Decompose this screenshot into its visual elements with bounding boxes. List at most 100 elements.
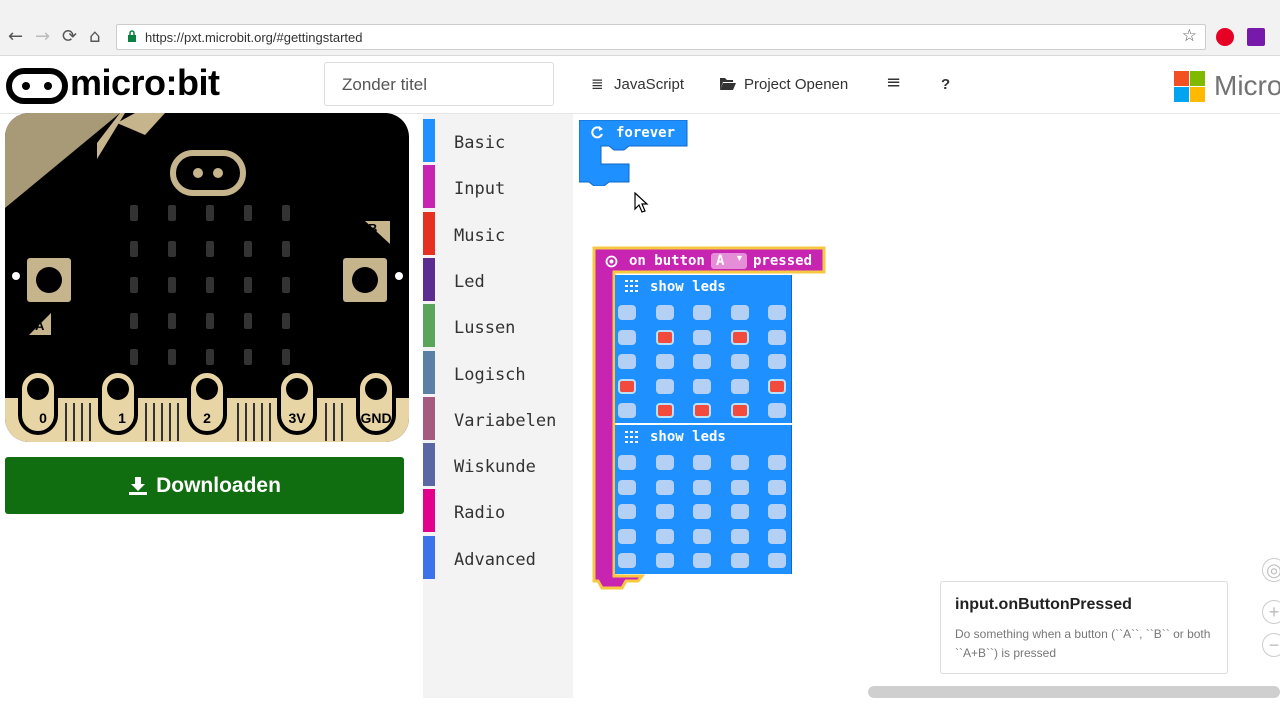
microbit-simulator[interactable]: 0 1 2 3V GND A B xyxy=(5,113,409,442)
led-toggle[interactable] xyxy=(655,455,674,470)
led-toggle[interactable] xyxy=(618,354,636,369)
show-leds-block[interactable] xyxy=(615,275,792,423)
led-toggle[interactable] xyxy=(768,528,786,544)
open-project-button[interactable]: Project Openen xyxy=(744,76,848,93)
category-color-bar xyxy=(423,350,435,394)
led-toggle[interactable] xyxy=(655,378,674,394)
toolbox-category-variabelen[interactable]: Variabelen xyxy=(423,395,573,441)
led-toggle[interactable] xyxy=(618,403,636,418)
simulator-led xyxy=(206,205,214,221)
led-toggle[interactable] xyxy=(618,528,636,544)
led-toggle[interactable] xyxy=(693,479,711,495)
simulator-led xyxy=(244,205,252,221)
toolbox-category-basic[interactable]: Basic xyxy=(423,117,573,163)
category-label: Advanced xyxy=(454,549,536,570)
led-toggle[interactable] xyxy=(655,305,674,320)
led-toggle[interactable] xyxy=(730,329,749,345)
led-toggle[interactable] xyxy=(730,504,749,519)
led-toggle[interactable] xyxy=(618,553,636,568)
simulator-led xyxy=(244,241,252,257)
zoom-out-button[interactable]: − xyxy=(1262,633,1280,657)
led-toggle[interactable] xyxy=(768,504,786,519)
led-toggle[interactable] xyxy=(618,329,636,345)
toolbox-category-music[interactable]: Music xyxy=(423,210,573,256)
tooltip-title: input.onButtonPressed xyxy=(955,596,1132,613)
led-toggle[interactable] xyxy=(693,378,711,394)
led-toggle[interactable] xyxy=(693,553,711,568)
led-toggle[interactable] xyxy=(730,305,749,320)
led-toggle[interactable] xyxy=(768,455,786,470)
led-toggle[interactable] xyxy=(730,403,749,418)
address-bar[interactable]: https://pxt.microbit.org/#gettingstarted… xyxy=(116,24,1206,50)
led-toggle[interactable] xyxy=(768,354,786,369)
led-toggle[interactable] xyxy=(618,378,636,394)
toolbox: Basic Input Music Led Lussen Logisch Variabele… xyxy=(423,114,573,698)
led-toggle[interactable] xyxy=(768,305,786,320)
recenter-icon[interactable]: ◎ xyxy=(1262,558,1280,582)
led-toggle[interactable] xyxy=(768,329,786,345)
javascript-button[interactable]: JavaScript xyxy=(614,76,684,93)
onenote-icon[interactable] xyxy=(1247,28,1265,46)
project-name-input[interactable]: Zonder titel xyxy=(324,62,554,106)
led-toggle[interactable] xyxy=(655,528,674,544)
led-toggle[interactable] xyxy=(768,479,786,495)
reload-icon[interactable]: ⟳ xyxy=(62,26,77,47)
led-toggle[interactable] xyxy=(693,528,711,544)
simulator-led xyxy=(206,241,214,257)
toolbox-category-input[interactable]: Input xyxy=(423,163,573,209)
button-dropdown[interactable]: A ▼ xyxy=(711,253,747,269)
category-label: Music xyxy=(454,225,506,246)
simulator-led xyxy=(130,277,138,293)
help-button[interactable]: ? xyxy=(941,76,950,93)
led-toggle[interactable] xyxy=(768,553,786,568)
category-color-bar xyxy=(423,535,435,579)
toolbox-category-led[interactable]: Led xyxy=(423,256,573,302)
led-toggle[interactable] xyxy=(730,455,749,470)
toolbox-category-wiskunde[interactable]: Wiskunde xyxy=(423,441,573,487)
led-toggle[interactable] xyxy=(693,403,711,418)
led-toggle[interactable] xyxy=(655,403,674,418)
led-toggle[interactable] xyxy=(618,455,636,470)
led-toggle[interactable] xyxy=(693,305,711,320)
simulator-led xyxy=(168,349,176,365)
led-toggle[interactable] xyxy=(693,455,711,470)
led-toggle[interactable] xyxy=(618,305,636,320)
led-toggle[interactable] xyxy=(730,479,749,495)
star-icon[interactable]: ☆ xyxy=(1182,26,1197,46)
toolbox-category-advanced[interactable]: Advanced xyxy=(423,534,573,580)
led-toggle[interactable] xyxy=(655,329,674,345)
led-toggle[interactable] xyxy=(693,329,711,345)
led-toggle[interactable] xyxy=(618,504,636,519)
led-toggle[interactable] xyxy=(768,403,786,418)
show-leds-block[interactable] xyxy=(615,425,792,574)
download-button[interactable]: Downloaden xyxy=(5,457,404,514)
toolbox-category-radio[interactable]: Radio xyxy=(423,487,573,533)
home-icon[interactable]: ⌂ xyxy=(89,26,100,47)
back-icon[interactable]: ← xyxy=(8,26,23,47)
led-toggle[interactable] xyxy=(768,378,786,394)
chevron-down-icon: ▼ xyxy=(735,253,744,263)
led-toggle[interactable] xyxy=(655,504,674,519)
menu-icon[interactable]: ≡ xyxy=(886,72,901,93)
pinterest-icon[interactable] xyxy=(1216,28,1234,46)
led-toggle[interactable] xyxy=(655,479,674,495)
zoom-in-button[interactable]: + xyxy=(1262,600,1280,624)
toolbox-category-logisch[interactable]: Logisch xyxy=(423,349,573,395)
led-toggle[interactable] xyxy=(730,528,749,544)
led-toggle[interactable] xyxy=(730,378,749,394)
led-toggle[interactable] xyxy=(618,479,636,495)
toolbox-category-lussen[interactable]: Lussen xyxy=(423,302,573,348)
led-toggle[interactable] xyxy=(730,553,749,568)
horizontal-scrollbar[interactable] xyxy=(868,686,1280,698)
led-toggle[interactable] xyxy=(655,354,674,369)
more-icon[interactable]: ⋮ xyxy=(1272,24,1280,45)
led-toggle[interactable] xyxy=(693,504,711,519)
led-toggle[interactable] xyxy=(693,354,711,369)
category-color-bar xyxy=(423,119,435,162)
category-color-bar xyxy=(423,211,435,255)
forward-icon[interactable]: → xyxy=(35,26,50,47)
pin-label: 3V xyxy=(288,410,306,426)
led-toggle[interactable] xyxy=(730,354,749,369)
code-icon: ≣ xyxy=(591,75,604,93)
led-toggle[interactable] xyxy=(655,553,674,568)
